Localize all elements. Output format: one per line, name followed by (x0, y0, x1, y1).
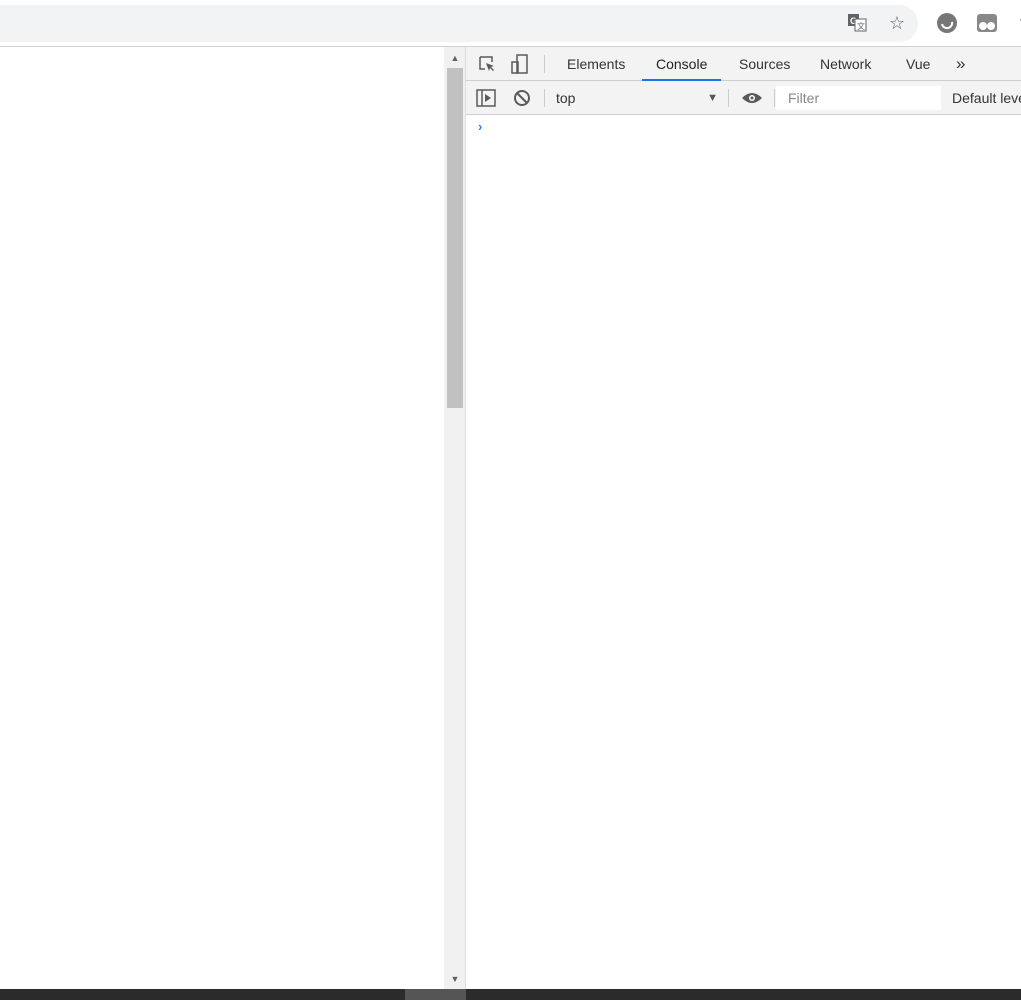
scrollbar-thumb[interactable] (447, 68, 463, 408)
chevron-down-icon: ▼ (707, 92, 718, 104)
tab-sources[interactable]: Sources (725, 47, 804, 81)
address-bar[interactable] (0, 5, 918, 42)
extension-icon[interactable] (936, 12, 958, 34)
show-sidebar-icon[interactable] (475, 81, 497, 115)
console-prompt[interactable]: › (478, 119, 482, 134)
taskbar-active-item[interactable] (405, 989, 466, 1000)
console-toolbar: top ▼ Filter Default levels (466, 81, 1021, 115)
bookmark-star-icon[interactable]: ☆ (886, 12, 908, 34)
svg-text:文: 文 (857, 21, 865, 31)
tab-elements[interactable]: Elements (553, 47, 639, 81)
extension-icon-2[interactable] (976, 12, 998, 34)
devtools-panel: Elements Console Sources Network Vue » t… (466, 47, 1021, 989)
scroll-down-icon[interactable]: ▼ (444, 974, 466, 984)
device-toolbar-icon[interactable] (509, 47, 531, 81)
context-selector[interactable]: top ▼ (556, 81, 718, 115)
taskbar (0, 989, 1021, 1000)
tab-network[interactable]: Network (806, 47, 885, 81)
menu-icon[interactable]: ▼ (1012, 12, 1021, 34)
tab-vue[interactable]: Vue (892, 47, 944, 81)
browser-toolbar: G文 ☆ ▼ (0, 0, 1021, 47)
devtools-tabbar: Elements Console Sources Network Vue » (466, 47, 1021, 81)
inspect-element-icon[interactable] (476, 47, 498, 81)
translate-icon[interactable]: G文 (846, 12, 868, 34)
scroll-up-icon[interactable]: ▲ (444, 53, 466, 63)
tab-console[interactable]: Console (642, 47, 722, 81)
more-tabs-button[interactable]: » (942, 47, 979, 81)
context-value: top (556, 90, 576, 106)
log-levels-dropdown[interactable]: Default levels (952, 81, 1021, 115)
filter-input[interactable]: Filter (776, 86, 941, 110)
page-content (0, 47, 444, 989)
live-expression-eye-icon[interactable] (740, 81, 764, 115)
page-scrollbar[interactable]: ▲ ▼ (444, 47, 466, 989)
clear-console-icon[interactable] (511, 81, 533, 115)
